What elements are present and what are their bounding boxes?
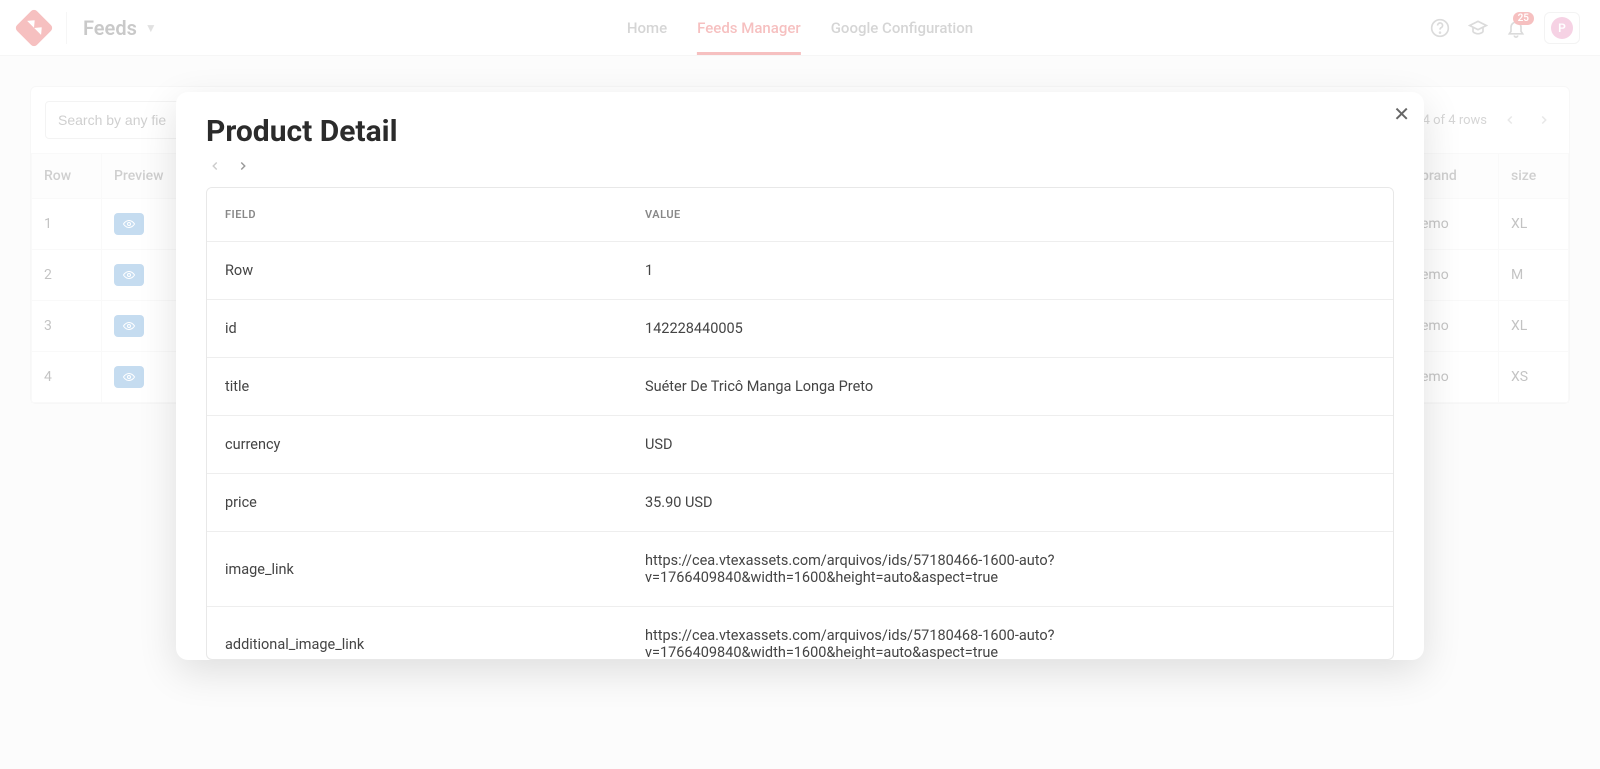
table-row: id142228440005 [207,300,1393,358]
cell-field: Row [207,242,627,300]
cell-field: currency [207,416,627,474]
product-detail-modal: ✕ Product Detail FIELD VALUE Row1id14222… [176,92,1424,660]
modal-prev-button[interactable] [208,159,222,173]
cell-value: 1 [627,242,1393,300]
table-row: price35.90 USD [207,474,1393,532]
detail-table-wrap: FIELD VALUE Row1id142228440005titleSuéte… [206,187,1394,660]
cell-value: https://cea.vtexassets.com/arquivos/ids/… [627,532,1393,607]
table-row: currencyUSD [207,416,1393,474]
col-field: FIELD [207,188,627,242]
cell-value: https://cea.vtexassets.com/arquivos/ids/… [627,607,1393,661]
modal-nav [206,159,1394,173]
cell-field: additional_image_link [207,607,627,661]
cell-field: title [207,358,627,416]
cell-value: USD [627,416,1393,474]
cell-value: 35.90 USD [627,474,1393,532]
cell-field: image_link [207,532,627,607]
modal-overlay[interactable]: ✕ Product Detail FIELD VALUE Row1id14222… [0,0,1600,769]
cell-field: id [207,300,627,358]
table-row: titleSuéter De Tricô Manga Longa Preto [207,358,1393,416]
cell-value: Suéter De Tricô Manga Longa Preto [627,358,1393,416]
table-row: Row1 [207,242,1393,300]
cell-field: price [207,474,627,532]
modal-next-button[interactable] [236,159,250,173]
cell-value: 142228440005 [627,300,1393,358]
table-row: image_linkhttps://cea.vtexassets.com/arq… [207,532,1393,607]
modal-title: Product Detail [206,114,1394,149]
table-row: additional_image_linkhttps://cea.vtexass… [207,607,1393,661]
detail-table: FIELD VALUE Row1id142228440005titleSuéte… [207,188,1393,660]
close-icon[interactable]: ✕ [1393,104,1410,124]
col-value: VALUE [627,188,1393,242]
